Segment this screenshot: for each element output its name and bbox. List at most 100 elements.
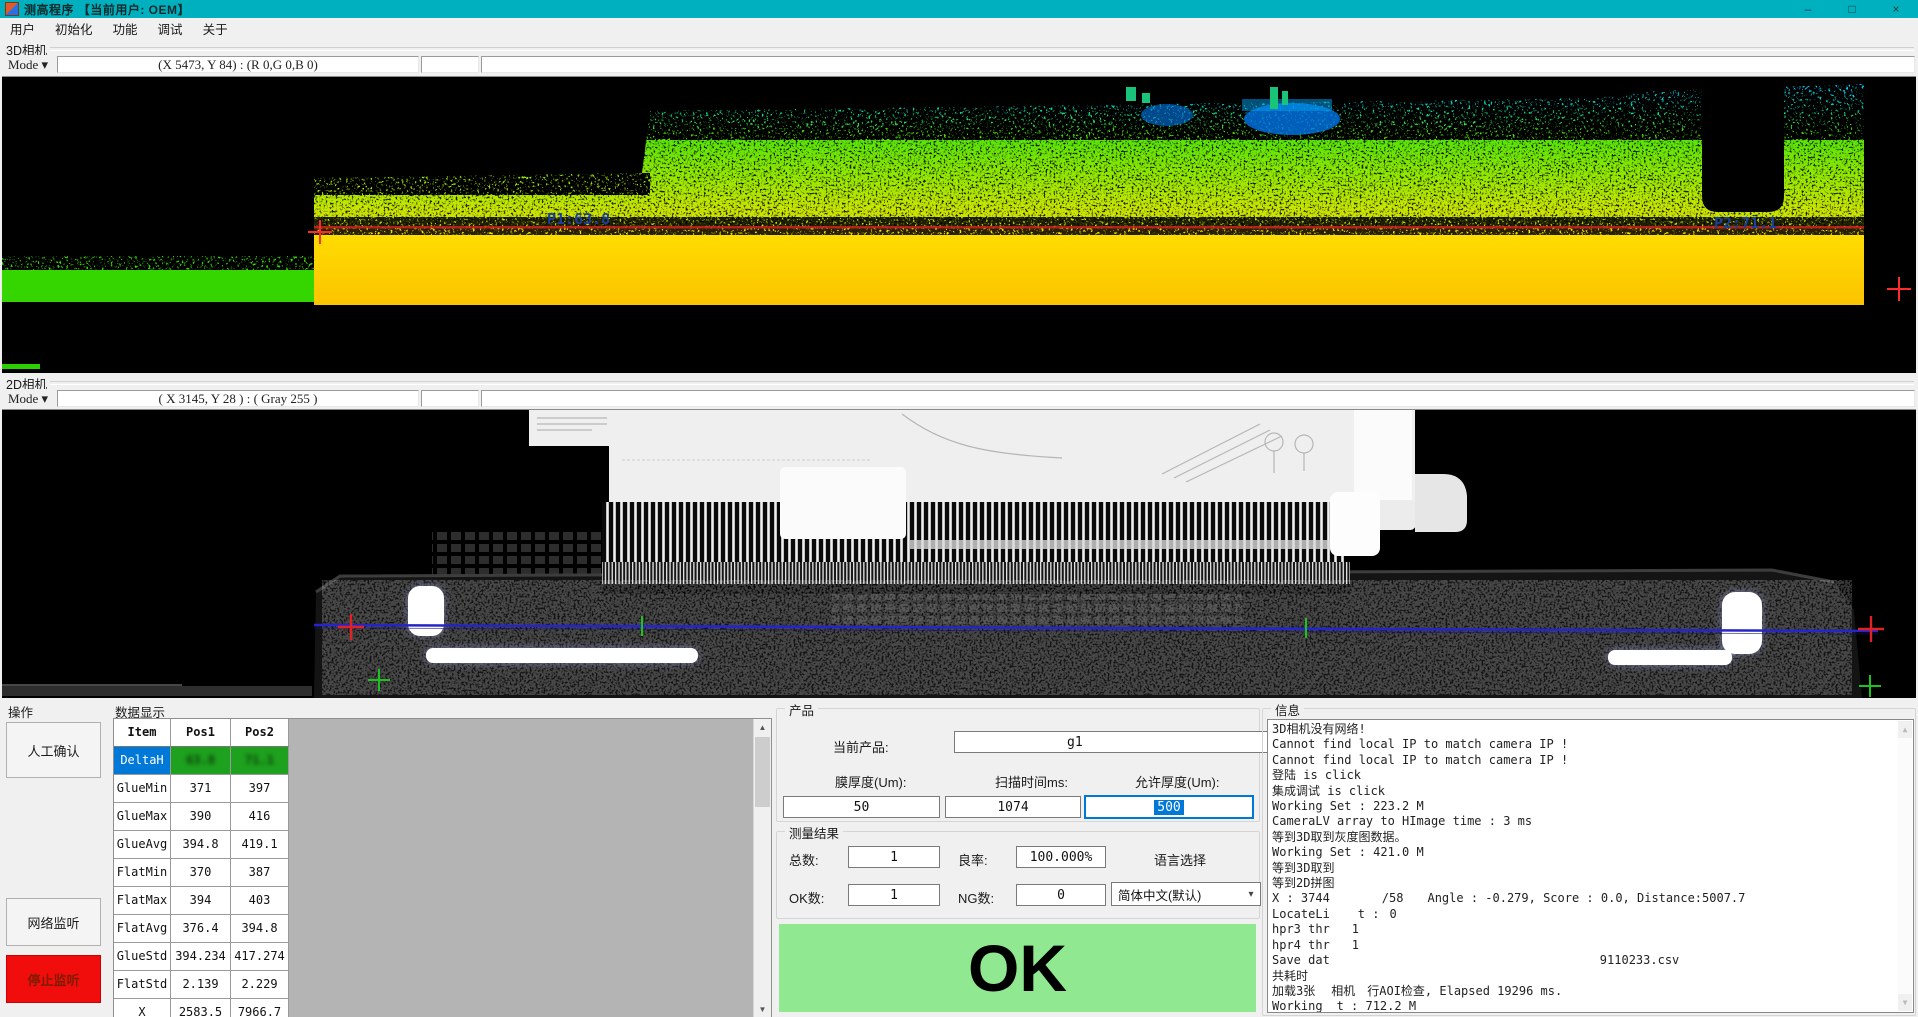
3d-pixel-coordinates: (X 5473, Y 84) : (R 0,G 0,B 0) (57, 56, 419, 73)
allowed-thickness-input[interactable]: 500 (1085, 796, 1253, 818)
2d-pixel-coordinates: ( X 3145, Y 28 ) : ( Gray 255 ) (57, 390, 419, 407)
table-row[interactable]: GlueMin371397 (114, 775, 289, 803)
results-groupbox: 测量结果 总数: 1 良率: 100.000% 语言选择 OK数: 1 NG数:… (776, 831, 1260, 919)
log-line: 共耗时 (1272, 969, 1909, 984)
grid-header-cell: Pos1 (171, 719, 231, 747)
log-line: CameraLV array to HImage time : 3 ms (1272, 814, 1909, 829)
3d-view-canvas[interactable]: P1:63.8 P2:71.1 (2, 76, 1916, 373)
2d-mode-dropdown[interactable]: Mode ▾ (2, 390, 54, 407)
log-line: Cannot find local IP to match camera IP … (1272, 737, 1909, 752)
log-line: 等到3D取到 (1272, 861, 1909, 876)
scroll-down-arrow[interactable]: ▼ (754, 1001, 771, 1017)
ng-count-label: NG数: (958, 888, 994, 907)
scan-time-input[interactable]: 1074 (945, 796, 1081, 818)
table-row[interactable]: DeltaH63.871.1 (114, 747, 289, 775)
divider (50, 381, 1914, 385)
language-select-label: 语言选择 (1154, 850, 1206, 869)
log-line: 登陆 is click (1272, 768, 1909, 783)
grid-cell: 394.8 (231, 915, 289, 943)
maximize-button[interactable]: □ (1830, 0, 1874, 18)
grid-scrollbar[interactable]: ▲ ▼ (753, 719, 771, 1017)
grid-cell: 390 (171, 803, 231, 831)
ok-count-field[interactable]: 1 (848, 884, 940, 906)
title-bar: 测高程序 【当前用户: OEM】 – □ × (0, 0, 1918, 18)
table-row[interactable]: GlueMax390416 (114, 803, 289, 831)
log-line: hpr3 thr1 (1272, 922, 1909, 937)
3d-heightmap-base (314, 227, 1864, 305)
3d-status-box (421, 56, 479, 73)
ng-count-field[interactable]: 0 (1016, 884, 1106, 906)
grid-cell: 417.274 (231, 943, 289, 971)
status-result-panel: OK (779, 924, 1256, 1012)
ok-count-label: OK数: (789, 888, 824, 907)
log-line: LocateLit :0 (1272, 907, 1909, 922)
grid-cell: 397 (231, 775, 289, 803)
grid-cell: GlueStd (114, 943, 171, 971)
product-group-title: 产品 (785, 700, 818, 719)
menu-item-4[interactable]: 关于 (193, 17, 238, 40)
measurement-data-grid[interactable]: ItemPos1Pos2DeltaH63.871.1GlueMin371397G… (113, 718, 772, 1017)
log-line: 3D相机没有网络! (1272, 722, 1909, 737)
results-group-title: 测量结果 (785, 823, 843, 842)
table-row[interactable]: FlatStd2.1392.229 (114, 971, 289, 999)
grid-cell: GlueMin (114, 775, 171, 803)
grid-cell: X (114, 999, 171, 1017)
table-row[interactable]: GlueAvg394.8419.1 (114, 831, 289, 859)
table-row[interactable]: X2583.57966.7 (114, 999, 289, 1017)
grid-cell: 71.1 (231, 747, 289, 775)
application-window: 测高程序 【当前用户: OEM】 – □ × 用户初始化功能调试关于 3D相机 … (0, 0, 1918, 1017)
info-group-title: 信息 (1271, 700, 1304, 719)
table-row[interactable]: FlatAvg376.4394.8 (114, 915, 289, 943)
log-scroll-down-arrow[interactable]: ▼ (1898, 994, 1912, 1011)
menu-item-2[interactable]: 功能 (103, 17, 148, 40)
log-scrollbar[interactable]: ▲ ▼ (1898, 721, 1912, 1011)
log-line: Working Set : 421.0 M (1272, 845, 1909, 860)
minimize-button[interactable]: – (1786, 0, 1830, 18)
total-count-field[interactable]: 1 (848, 846, 940, 868)
log-scroll-up-arrow[interactable]: ▲ (1898, 721, 1912, 738)
3d-mode-dropdown[interactable]: Mode ▾ (2, 56, 54, 73)
grid-cell: 376.4 (171, 915, 231, 943)
menu-item-1[interactable]: 初始化 (45, 17, 103, 40)
scroll-thumb[interactable] (755, 737, 770, 807)
table-row[interactable]: FlatMax394403 (114, 887, 289, 915)
grid-header-row: ItemPos1Pos2 (114, 719, 289, 747)
grid-cell: DeltaH (114, 747, 171, 775)
2d-status-box-long (481, 390, 1915, 407)
menu-item-0[interactable]: 用户 (0, 17, 45, 40)
total-label: 总数: (789, 850, 819, 869)
info-log[interactable]: 3D相机没有网络!Cannot find local IP to match c… (1267, 719, 1914, 1013)
grid-cell: GlueMax (114, 803, 171, 831)
grid-cell: FlatStd (114, 971, 171, 999)
log-line: 等到3D取到灰度图数据。 (1272, 830, 1909, 845)
allowed-thickness-label: 允许厚度(Um): (1135, 772, 1220, 791)
manual-confirm-button[interactable]: 人工确认 (6, 722, 101, 778)
2d-mode-bar: Mode ▾ ( X 3145, Y 28 ) : ( Gray 255 ) (0, 389, 1918, 409)
yield-field[interactable]: 100.000% (1016, 846, 1106, 868)
scroll-up-arrow[interactable]: ▲ (754, 719, 771, 736)
grid-cell: 371 (171, 775, 231, 803)
table-row[interactable]: GlueStd394.234417.274 (114, 943, 289, 971)
language-combobox[interactable]: 简体中文(默认)▾ (1111, 882, 1261, 906)
2d-view-canvas[interactable] (2, 409, 1916, 699)
status-result-text: OK (968, 930, 1067, 1006)
film-thickness-label: 膜厚度(Um): (835, 772, 907, 791)
stop-listen-button[interactable]: 停止监听 (6, 955, 101, 1003)
bottom-panel: 操作 人工确认 网络监听 停止监听 数据显示 ItemPos1Pos2Delta… (0, 698, 1918, 1017)
log-line: Save dat9110233.csv (1272, 953, 1909, 968)
grid-cell: 2.229 (231, 971, 289, 999)
yield-label: 良率: (958, 850, 988, 869)
film-thickness-input[interactable]: 50 (783, 796, 940, 818)
menu-item-3[interactable]: 调试 (148, 17, 193, 40)
window-title: 测高程序 【当前用户: OEM】 (24, 1, 190, 18)
product-groupbox: 产品 当前产品: g1 膜厚度(Um): 扫描时间ms: 允许厚度(Um): 5… (776, 708, 1260, 822)
grid-cell: 387 (231, 859, 289, 887)
current-product-label: 当前产品: (833, 737, 889, 756)
grid-cell: GlueAvg (114, 831, 171, 859)
network-listen-button[interactable]: 网络监听 (6, 898, 101, 946)
table-row[interactable]: FlatMin370387 (114, 859, 289, 887)
log-line: Working Set : 223.2 M (1272, 799, 1909, 814)
close-button[interactable]: × (1874, 0, 1918, 18)
log-line: 集成调试 is click (1272, 784, 1909, 799)
p2-annotation: P2:71.1 (1714, 214, 1777, 232)
